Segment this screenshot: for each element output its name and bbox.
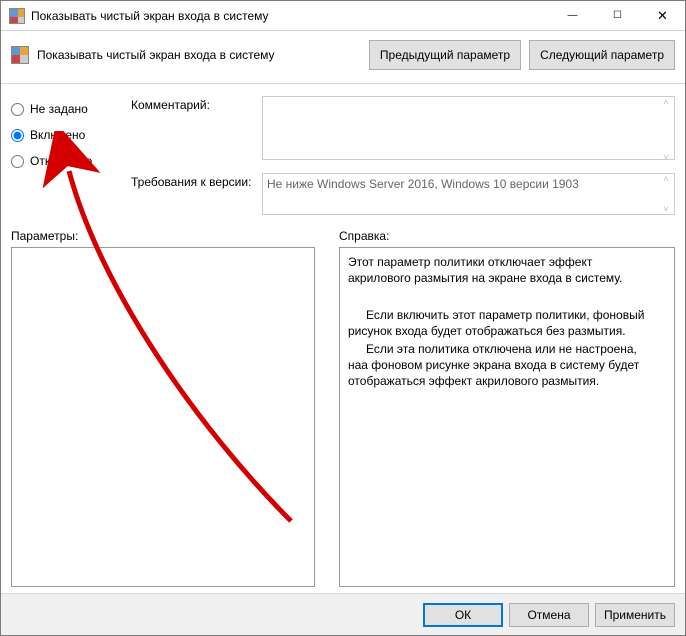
radio-not-configured[interactable]: Не задано [11,96,121,122]
requirements-label: Требования к версии: [131,173,256,189]
ok-button[interactable]: ОК [423,603,503,627]
help-pane: Этот параметр политики отключает эффект … [339,247,675,587]
close-button[interactable]: ✕ [640,1,685,30]
radio-disabled-input[interactable] [11,155,24,168]
radio-disabled-label: Отключено [30,154,92,168]
radio-not-configured-input[interactable] [11,103,24,116]
app-icon [9,8,25,24]
radio-enabled-input[interactable] [11,129,24,142]
window-title: Показывать чистый экран входа в систему [31,9,550,23]
comment-label: Комментарий: [131,96,256,112]
policy-name-label: Показывать чистый экран входа в систему [37,48,361,62]
help-paragraph-1: Этот параметр политики отключает эффект … [348,254,656,286]
params-section-label: Параметры: [11,229,339,243]
previous-setting-button[interactable]: Предыдущий параметр [369,40,521,70]
cancel-button[interactable]: Отмена [509,603,589,627]
titlebar: Показывать чистый экран входа в систему … [1,1,685,31]
radio-enabled[interactable]: Включено [11,122,121,148]
comment-textarea[interactable] [262,96,675,160]
minimize-button[interactable]: — [550,1,595,30]
next-setting-button[interactable]: Следующий параметр [529,40,675,70]
content-area: Не задано Включено Отключено Комментарий… [1,79,685,593]
maximize-button[interactable]: ☐ [595,1,640,30]
state-radio-group: Не задано Включено Отключено [11,90,121,215]
help-paragraph-3: Если эта политика отключена или не настр… [348,341,656,390]
toolbar: Показывать чистый экран входа в систему … [1,31,685,79]
requirements-text: Не ниже Windows Server 2016, Windows 10 … [262,173,675,215]
help-paragraph-2: Если включить этот параметр политики, фо… [348,307,656,339]
radio-not-configured-label: Не задано [30,102,88,116]
help-section-label: Справка: [339,229,389,243]
params-pane [11,247,315,587]
footer: ОК Отмена Применить [1,593,685,635]
radio-enabled-label: Включено [30,128,85,142]
policy-editor-window: Показывать чистый экран входа в систему … [0,0,686,636]
radio-disabled[interactable]: Отключено [11,148,121,174]
policy-icon [11,46,29,64]
apply-button[interactable]: Применить [595,603,675,627]
